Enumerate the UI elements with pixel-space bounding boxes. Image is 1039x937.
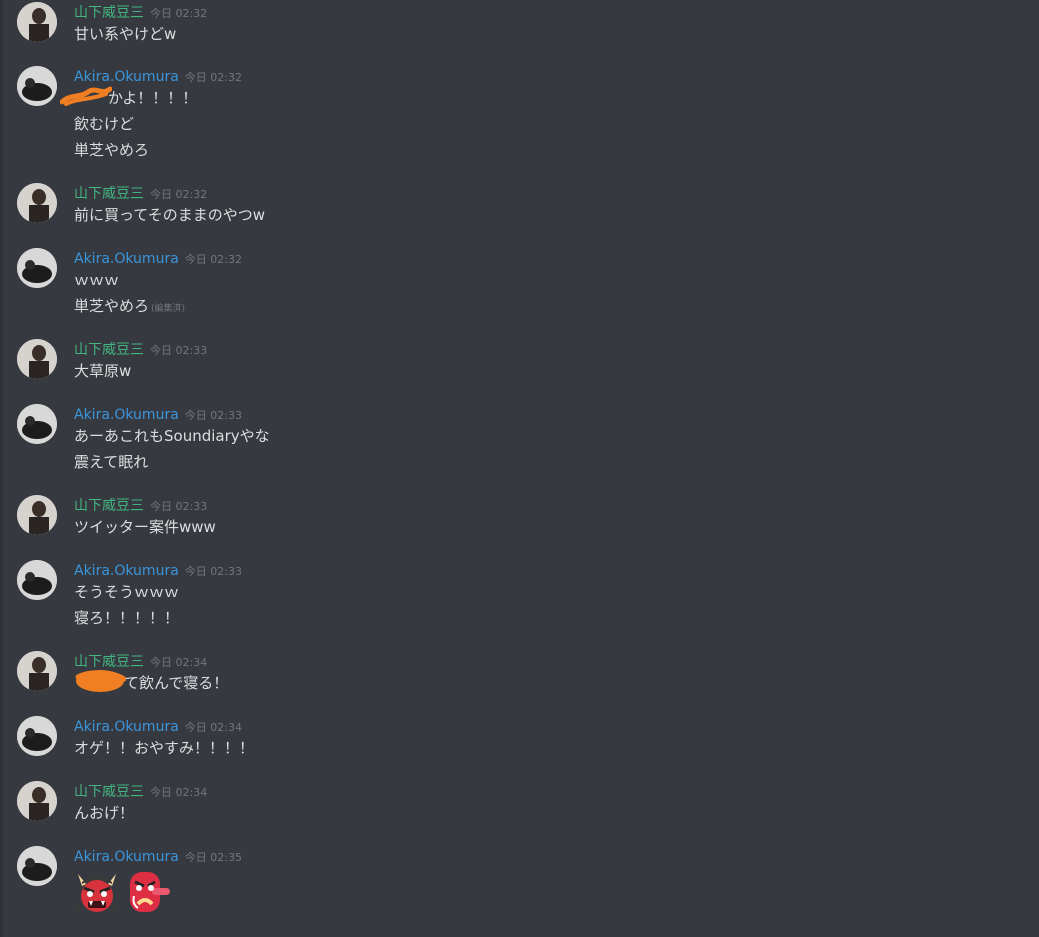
- left-edge-divider: [0, 0, 3, 937]
- message-text: そうそうｗｗｗ: [74, 583, 180, 601]
- message-text: て飲んで寝る！: [124, 674, 229, 692]
- message-text: かよ！！！！: [108, 89, 198, 107]
- message-text: 甘い系やけどw: [74, 25, 177, 43]
- avatar[interactable]: [17, 781, 57, 821]
- avatar[interactable]: [17, 560, 57, 600]
- timestamp: 今日 02:33: [150, 500, 208, 513]
- avatar[interactable]: [17, 495, 57, 535]
- timestamp: 今日 02:34: [150, 786, 208, 799]
- timestamp: 今日 02:32: [150, 7, 208, 20]
- username[interactable]: Akira.Okumura: [74, 563, 179, 579]
- message-text: 大草原w: [74, 362, 132, 380]
- message-text: 寝ろ！！！！！: [74, 609, 180, 627]
- cat-photo-icon: [17, 560, 57, 600]
- timestamp: 今日 02:32: [184, 71, 242, 84]
- user-photo-icon: [17, 2, 57, 42]
- message-text: あーあこれもSoundiaryやな: [74, 427, 270, 445]
- message-text: んおげ！: [74, 804, 135, 822]
- avatar[interactable]: [17, 716, 57, 756]
- chat-log: 山下威豆三 今日 02:32 甘い系やけどw Akira.Okumura 今日 02…: [0, 0, 1039, 937]
- username[interactable]: Akira.Okumura: [74, 849, 179, 865]
- avatar[interactable]: [17, 2, 57, 42]
- timestamp: 今日 02:34: [150, 656, 208, 669]
- cat-photo-icon: [17, 404, 57, 444]
- user-photo-icon: [17, 183, 57, 223]
- avatar[interactable]: [17, 66, 57, 106]
- timestamp: 今日 02:33: [184, 565, 242, 578]
- cat-photo-icon: [17, 846, 57, 886]
- username[interactable]: 山下威豆三: [74, 498, 144, 514]
- avatar[interactable]: [17, 339, 57, 379]
- user-photo-icon: [17, 781, 57, 821]
- username[interactable]: 山下威豆三: [74, 5, 144, 21]
- message-text: ツイッター案件www: [74, 518, 216, 536]
- username[interactable]: Akira.Okumura: [74, 407, 179, 423]
- user-photo-icon: [17, 339, 57, 379]
- timestamp: 今日 02:32: [150, 188, 208, 201]
- avatar[interactable]: [17, 651, 57, 691]
- user-photo-icon: [17, 495, 57, 535]
- username[interactable]: Akira.Okumura: [74, 719, 179, 735]
- username[interactable]: 山下威豆三: [74, 654, 144, 670]
- japanese-ogre-emoji-icon[interactable]: [74, 870, 120, 914]
- message-text: 震えて眠れ: [74, 453, 149, 471]
- username[interactable]: Akira.Okumura: [74, 69, 179, 85]
- timestamp: 今日 02:34: [184, 721, 242, 734]
- cat-photo-icon: [17, 66, 57, 106]
- username[interactable]: 山下威豆三: [74, 186, 144, 202]
- avatar[interactable]: [17, 846, 57, 886]
- avatar[interactable]: [17, 248, 57, 288]
- edited-label: (編集済): [151, 304, 186, 314]
- user-photo-icon: [17, 651, 57, 691]
- username[interactable]: 山下威豆三: [74, 342, 144, 358]
- message-text: 単芝やめろ: [74, 141, 150, 159]
- timestamp: 今日 02:33: [184, 409, 242, 422]
- cat-photo-icon: [17, 248, 57, 288]
- message-text: ｗｗｗ: [74, 271, 120, 289]
- timestamp: 今日 02:33: [150, 344, 208, 357]
- username[interactable]: 山下威豆三: [74, 784, 144, 800]
- avatar[interactable]: [17, 404, 57, 444]
- cat-photo-icon: [17, 716, 57, 756]
- message-text: 単芝やめろ: [74, 297, 150, 315]
- timestamp: 今日 02:35: [184, 851, 242, 864]
- message-text: 飲むけど: [74, 115, 135, 133]
- timestamp: 今日 02:32: [184, 253, 242, 266]
- message-text: オゲ！！おやすみ！！！！: [74, 739, 255, 757]
- avatar[interactable]: [17, 183, 57, 223]
- username[interactable]: Akira.Okumura: [74, 251, 179, 267]
- message-text: 前に買ってそのままのやつw: [74, 206, 266, 224]
- japanese-goblin-emoji-icon[interactable]: [126, 870, 172, 914]
